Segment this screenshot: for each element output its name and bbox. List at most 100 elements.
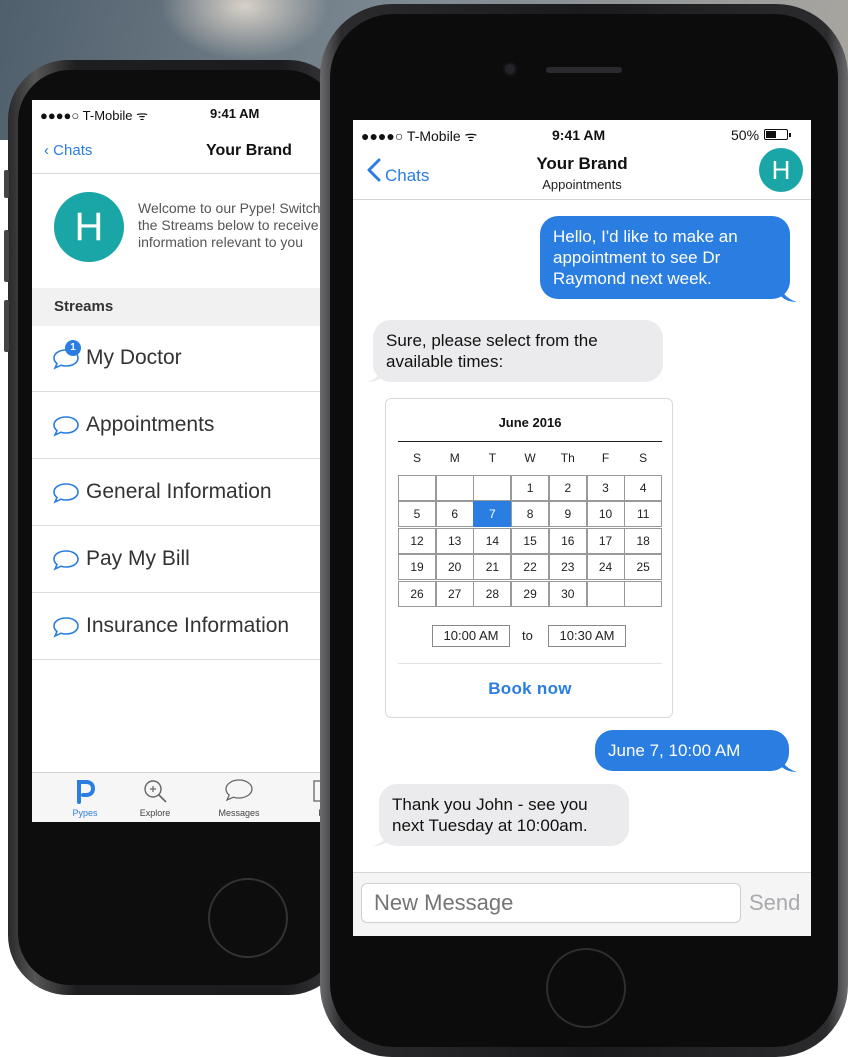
calendar-day[interactable]: 12 xyxy=(398,527,436,554)
weekday-label: M xyxy=(449,451,460,465)
end-time-field[interactable]: 10:30 AM xyxy=(548,625,626,647)
calendar-day[interactable]: 18 xyxy=(624,527,663,554)
carrier-label: ●●●●○ T-Mobile ᯤ xyxy=(361,128,478,144)
calendar-day[interactable]: 21 xyxy=(473,554,512,581)
calendar-day[interactable]: 1 xyxy=(511,475,550,501)
tab-explore[interactable]: Explore xyxy=(120,773,190,822)
weekday-label: S xyxy=(412,451,421,465)
calendar-day[interactable]: 30 xyxy=(548,580,587,607)
battery-icon xyxy=(764,129,791,140)
weekday-label: T xyxy=(488,451,497,465)
back-phone-screen: ●●●●○ T-Mobile ᯤ 9:41 AM ‹ Chats Your Br… xyxy=(32,100,342,822)
avatar[interactable]: H xyxy=(759,148,803,192)
chat-title: Your Brand xyxy=(536,154,628,173)
carrier-label: ●●●●○ T-Mobile ᯤ xyxy=(40,108,148,123)
calendar-day[interactable]: 13 xyxy=(435,527,474,554)
bubble-tail xyxy=(373,828,391,846)
back-button[interactable]: ‹ Chats xyxy=(44,142,92,159)
send-button[interactable]: Send xyxy=(749,890,800,916)
clock: 9:41 AM xyxy=(552,127,606,143)
calendar-day[interactable]: 16 xyxy=(548,527,587,554)
stream-item[interactable]: Appointments xyxy=(32,393,342,459)
calendar-day[interactable]: 22 xyxy=(511,554,550,581)
calendar-day[interactable]: 2 xyxy=(548,475,587,501)
calendar-day[interactable]: 27 xyxy=(435,580,474,607)
stream-label: Pay My Bill xyxy=(86,547,190,570)
stream-item[interactable]: General Information xyxy=(32,460,342,526)
stream-item[interactable]: Insurance Information xyxy=(32,594,342,660)
calendar-day[interactable]: 28 xyxy=(473,580,512,607)
stream-item[interactable]: Pay My Bill xyxy=(32,527,342,593)
message-line: next Tuesday at 10:00am. xyxy=(392,816,588,835)
incoming-message: Thank you John - see you next Tuesday at … xyxy=(379,784,629,846)
incoming-message: Sure, please select from the available ti… xyxy=(373,320,663,382)
calendar-day[interactable]: 8 xyxy=(511,501,550,528)
pype-logo-icon xyxy=(50,778,120,809)
volume-up-button xyxy=(4,230,9,282)
calendar-day[interactable]: 6 xyxy=(435,501,474,528)
calendar-day[interactable]: 9 xyxy=(548,501,587,528)
outgoing-message: June 7, 10:00 AM xyxy=(595,730,789,771)
speech-bubble-icon xyxy=(204,778,274,807)
stream-label: Insurance Information xyxy=(86,614,290,637)
calendar-day[interactable]: 29 xyxy=(511,580,550,607)
nav-bar: ‹ Chats Your Brand xyxy=(32,128,342,174)
calendar-day[interactable]: 25 xyxy=(624,554,663,581)
to-label: to xyxy=(522,628,533,643)
mute-switch xyxy=(4,170,9,198)
message-line: Sure, please select from the xyxy=(386,331,598,350)
home-button[interactable] xyxy=(208,878,288,958)
message-line: appointment to see Dr xyxy=(553,248,721,267)
calendar-day[interactable]: 3 xyxy=(586,475,625,501)
calendar-day[interactable]: 17 xyxy=(586,527,625,554)
weekday-label: S xyxy=(639,451,648,465)
chat-nav-bar: Chats Your Brand Appointments H xyxy=(353,146,811,200)
bubble-tail xyxy=(779,284,797,302)
calendar-day[interactable]: 19 xyxy=(398,554,436,581)
tab-label: Pypes xyxy=(72,808,98,818)
calendar-day[interactable]: 7 xyxy=(473,501,512,528)
avatar: H xyxy=(54,192,124,262)
message-line: available times: xyxy=(386,352,504,371)
tab-pypes[interactable]: Pypes xyxy=(50,773,120,822)
status-bar: ●●●●○ T-Mobile ᯤ 9:41 AM 50% xyxy=(353,120,811,146)
speech-bubble-icon xyxy=(53,617,79,638)
calendar-day[interactable]: 11 xyxy=(624,501,663,528)
calendar-empty-cell xyxy=(398,475,436,501)
calendar-month: June 2016 xyxy=(498,415,562,430)
message-input[interactable] xyxy=(361,883,741,923)
stream-label: Appointments xyxy=(86,413,215,436)
calendar-day[interactable]: 14 xyxy=(473,527,512,554)
calendar-day[interactable]: 4 xyxy=(624,475,663,501)
chat-subtitle: Appointments xyxy=(542,177,622,192)
back-label: Chats xyxy=(53,142,93,159)
bubble-tail xyxy=(779,754,797,772)
book-now-button[interactable]: Book now xyxy=(386,679,674,699)
calendar-empty-cell xyxy=(624,580,663,607)
tab-label: Messages xyxy=(218,808,260,818)
speech-bubble-icon xyxy=(53,416,79,437)
tab-messages[interactable]: Messages xyxy=(204,773,274,822)
calendar-day[interactable]: 20 xyxy=(435,554,474,581)
weekday-label: F xyxy=(601,451,610,465)
stream-label: My Doctor xyxy=(86,346,182,369)
start-time-field[interactable]: 10:00 AM xyxy=(432,625,510,647)
calendar-day[interactable]: 10 xyxy=(586,501,625,528)
calendar-empty-cell xyxy=(586,580,625,607)
calendar-day[interactable]: 15 xyxy=(511,527,550,554)
speech-bubble-icon xyxy=(53,550,79,571)
calendar-day[interactable]: 26 xyxy=(398,580,436,607)
calendar-day[interactable]: 5 xyxy=(398,501,436,528)
tab-bar: PypesExploreMessagesF xyxy=(32,772,342,822)
tab-label: Explore xyxy=(139,808,171,818)
stream-label: General Information xyxy=(86,480,272,503)
calendar-empty-cell xyxy=(435,475,474,501)
appointment-calendar: June 2016 S M T W Th F S 1 2 3 4 5 6 7 8 9 10 11 12 13 14 15 1… xyxy=(385,398,673,718)
calendar-day[interactable]: 24 xyxy=(586,554,625,581)
welcome-text: Welcome to our Pype! Switch the Streams … xyxy=(138,200,321,250)
calendar-day[interactable]: 23 xyxy=(548,554,587,581)
stream-item[interactable]: My Doctor 1 xyxy=(32,326,342,392)
home-button[interactable] xyxy=(546,948,626,1028)
streams-header: Streams xyxy=(32,288,342,326)
calendar-empty-cell xyxy=(473,475,512,501)
